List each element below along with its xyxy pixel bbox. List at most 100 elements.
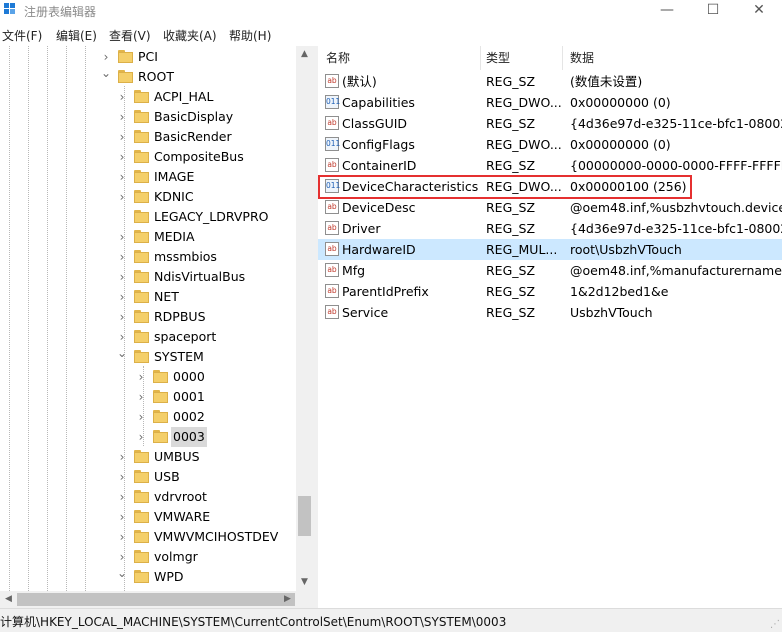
tree-horizontal-scrollbar[interactable]: ◀ ▶ <box>0 591 313 608</box>
value-type: REG_SZ <box>486 305 536 320</box>
chevron-right-icon[interactable]: › <box>116 147 128 167</box>
folder-icon <box>118 70 133 83</box>
value-row[interactable]: abMfg REG_SZ @oem48.inf,%manufacturername%… <box>318 260 782 281</box>
scroll-left-arrow-icon[interactable]: ◀ <box>0 591 17 608</box>
tree-node-label: BasicRender <box>154 129 232 144</box>
menu-bar: 文件(F) 编辑(E) 查看(V) 收藏夹(A) 帮助(H) <box>0 25 782 45</box>
chevron-right-icon[interactable]: › <box>116 187 128 207</box>
value-data: @oem48.inf,%manufacturername%;E <box>570 263 782 278</box>
chevron-right-icon[interactable]: › <box>135 387 147 407</box>
menu-edit[interactable]: 编辑(E) <box>56 27 97 44</box>
folder-icon <box>118 50 133 63</box>
tree-node-label: VMWARE <box>154 509 211 524</box>
value-name: Service <box>342 305 389 320</box>
value-data: {00000000-0000-0000-FFFF-FFFFFFFF <box>570 158 782 173</box>
tree-node-label: spaceport <box>154 329 217 344</box>
tree-node-label: mssmbios <box>154 249 217 264</box>
value-name: Driver <box>342 221 381 236</box>
close-button[interactable]: ✕ <box>736 0 782 22</box>
value-name: (默认) <box>342 74 377 89</box>
folder-icon <box>134 250 149 263</box>
value-row[interactable]: ab ClassGUID REG_SZ {4d36e97d-e325-11ce-bfc… <box>318 113 782 134</box>
column-header-data[interactable]: 数据 <box>570 46 594 70</box>
value-type: REG_DWO... <box>486 95 562 110</box>
folder-icon <box>153 370 168 383</box>
folder-icon <box>134 130 149 143</box>
key-tree[interactable]: › PCI ⌄ ROOT › ACPI_HAL › BasicDisplay › BasicRen… <box>0 46 313 591</box>
value-row[interactable]: ab Driver REG_SZ {4d36e97d-e325-11ce-bfc1-0… <box>318 218 782 239</box>
value-data: {4d36e97d-e325-11ce-bfc1-08002be <box>570 221 782 236</box>
chevron-right-icon[interactable]: › <box>135 407 147 427</box>
chevron-right-icon[interactable]: › <box>116 467 128 487</box>
binary-value-icon: 011 <box>325 137 340 151</box>
chevron-right-icon[interactable]: › <box>116 107 128 127</box>
chevron-right-icon[interactable]: › <box>116 447 128 467</box>
chevron-right-icon[interactable]: › <box>116 167 128 187</box>
string-value-icon: ab <box>325 221 339 235</box>
scroll-right-arrow-icon[interactable]: ▶ <box>279 591 296 608</box>
menu-view[interactable]: 查看(V) <box>109 27 151 44</box>
chevron-right-icon[interactable]: › <box>135 367 147 387</box>
chevron-right-icon[interactable]: › <box>135 427 147 447</box>
tree-node-label: NdisVirtualBus <box>154 269 246 284</box>
chevron-down-icon[interactable]: ⌄ <box>116 343 128 363</box>
chevron-right-icon[interactable]: › <box>116 267 128 287</box>
folder-icon <box>134 290 149 303</box>
chevron-right-icon[interactable]: › <box>116 247 128 267</box>
tree-node-label: PCI <box>138 49 158 64</box>
chevron-right-icon[interactable]: › <box>116 307 128 327</box>
chevron-right-icon[interactable]: › <box>116 507 128 527</box>
chevron-down-icon[interactable]: ⌄ <box>116 563 128 583</box>
maximize-button[interactable]: ☐ <box>690 0 736 22</box>
folder-icon <box>134 90 149 103</box>
value-name: Capabilities <box>342 95 415 110</box>
value-row[interactable]: 011 ConfigFlags REG_DWO... 0x00000000 (0) <box>318 134 782 155</box>
tree-node-label: MEDIA <box>154 229 195 244</box>
value-row[interactable]: 011 Capabilities REG_DWO... 0x00000000 (0) <box>318 92 782 113</box>
chevron-right-icon[interactable]: › <box>116 487 128 507</box>
menu-file[interactable]: 文件(F) <box>2 27 42 44</box>
folder-icon <box>134 570 149 583</box>
string-value-icon: ab <box>325 200 339 214</box>
column-header-type[interactable]: 类型 <box>486 46 510 70</box>
tree-vertical-scroll-thumb[interactable] <box>298 496 311 536</box>
string-value-icon: ab <box>325 116 339 130</box>
value-data: 0x00000000 (0) <box>570 137 671 152</box>
folder-icon <box>134 150 149 163</box>
value-row[interactable]: ab ParentIdPrefix REG_SZ 1&2d12bed1&e <box>318 281 782 302</box>
scroll-up-arrow-icon[interactable]: ▲ <box>296 46 313 63</box>
tree-horizontal-scroll-thumb[interactable] <box>17 593 295 606</box>
chevron-right-icon[interactable]: › <box>116 87 128 107</box>
chevron-right-icon[interactable]: › <box>116 127 128 147</box>
value-row[interactable]: ab DeviceDesc REG_SZ @oem48.inf,%usbzhvtouc… <box>318 197 782 218</box>
value-type: REG_SZ <box>486 158 536 173</box>
value-row[interactable]: ab ContainerID REG_SZ {00000000-0000-0000-F… <box>318 155 782 176</box>
chevron-right-icon[interactable]: › <box>116 287 128 307</box>
value-data: (数值未设置) <box>570 74 643 89</box>
tree-node-label: ACPI_HAL <box>154 89 214 104</box>
folder-icon <box>153 390 168 403</box>
value-row[interactable]: ab (默认) REG_SZ (数值未设置) <box>318 71 782 92</box>
value-row[interactable]: ab Service REG_SZ UsbzhVTouch <box>318 302 782 323</box>
tree-node-label: 0000 <box>173 369 205 384</box>
chevron-right-icon[interactable]: › <box>116 527 128 547</box>
column-header-name[interactable]: 名称 <box>326 46 350 70</box>
menu-help[interactable]: 帮助(H) <box>229 27 271 44</box>
tree-node-label: UMBUS <box>154 449 200 464</box>
value-row[interactable]: ab HardwareID REG_MUL... root\UsbzhVTouch <box>318 239 782 260</box>
folder-icon <box>134 350 149 363</box>
annotation-highlight-box <box>318 175 692 199</box>
value-type: REG_SZ <box>486 263 536 278</box>
window-title: 注册表编辑器 <box>24 5 97 19</box>
tree-vertical-scrollbar[interactable]: ▲ ▼ <box>296 46 313 591</box>
chevron-down-icon[interactable]: ⌄ <box>100 63 112 83</box>
values-list[interactable]: 名称 类型 数据 ab (默认) REG_SZ (数值未设置) 011 Capabilit… <box>318 46 782 608</box>
value-type: REG_SZ <box>486 200 536 215</box>
minimize-button[interactable]: — <box>644 0 690 22</box>
folder-icon <box>134 170 149 183</box>
chevron-right-icon[interactable]: › <box>116 227 128 247</box>
scroll-down-arrow-icon[interactable]: ▼ <box>296 574 313 591</box>
menu-favorites[interactable]: 收藏夹(A) <box>163 27 217 44</box>
resize-grip-icon[interactable]: ⋰ <box>770 619 780 630</box>
regedit-app-icon <box>4 3 18 17</box>
